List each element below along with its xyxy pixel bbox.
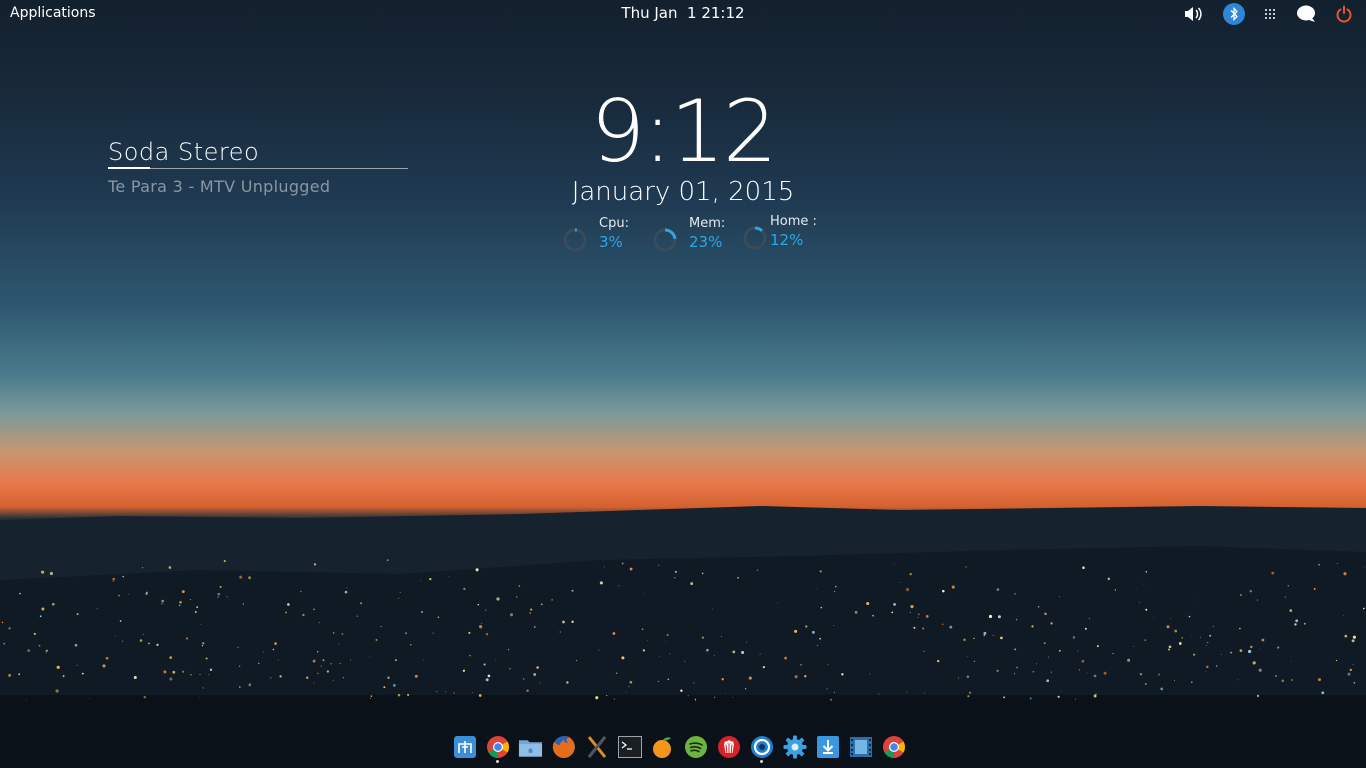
chrome-icon[interactable] <box>485 734 510 763</box>
mem-ring <box>653 228 677 252</box>
city-landscape-wallpaper <box>0 506 1366 768</box>
bluetooth-icon[interactable] <box>1223 3 1245 25</box>
home-ring <box>743 226 767 250</box>
panel-clock-text[interactable]: Thu Jan 1 21:12 <box>621 4 744 22</box>
cpu-ring <box>563 228 587 252</box>
chrome-browser-icon[interactable] <box>881 734 906 759</box>
desktop-clock-time: 9:12 <box>590 82 777 182</box>
popcorn-icon[interactable] <box>716 734 741 759</box>
home-value: 12% <box>770 231 804 249</box>
volume-icon[interactable] <box>1182 3 1204 25</box>
spotify-icon[interactable] <box>683 734 708 759</box>
dock <box>452 734 906 764</box>
grid-icon[interactable] <box>1259 3 1281 25</box>
mem-label: Mem: <box>689 216 726 231</box>
applications-menu[interactable]: Applications <box>10 5 96 21</box>
cpu-value: 3% <box>599 233 623 251</box>
x-app-icon[interactable] <box>584 734 609 759</box>
settings-gear-icon[interactable] <box>782 734 807 759</box>
mem-value: 23% <box>689 233 723 251</box>
orange-app-icon[interactable] <box>650 734 675 759</box>
downloads-icon[interactable] <box>815 734 840 759</box>
home-label: Home : <box>770 214 817 229</box>
files-icon[interactable] <box>518 734 543 759</box>
video-player-icon[interactable] <box>848 734 873 759</box>
power-icon[interactable] <box>1333 3 1355 25</box>
desktop-clock-date: January 01, 2015 <box>571 177 795 207</box>
chat-icon[interactable] <box>1295 3 1317 25</box>
steam-ring-icon[interactable] <box>749 734 774 763</box>
panel-clock: Thu Jan 1 21:12 <box>0 4 1366 22</box>
firefox-icon[interactable] <box>551 734 576 759</box>
app-store-icon[interactable] <box>452 734 477 759</box>
cpu-label: Cpu: <box>599 216 629 231</box>
terminal-icon[interactable] <box>617 734 642 759</box>
top-panel: Applications Thu Jan 1 21:12 <box>0 0 1366 28</box>
